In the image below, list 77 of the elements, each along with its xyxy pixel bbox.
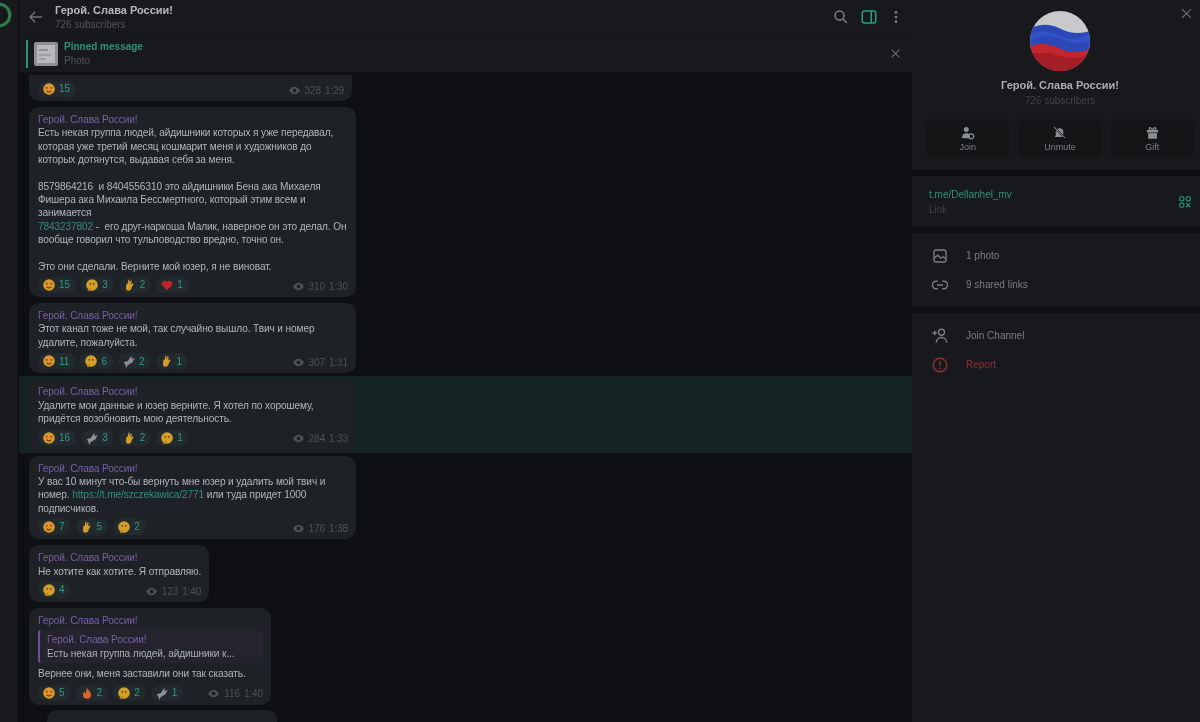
image-icon	[931, 246, 949, 265]
reaction-chip[interactable]: 2	[113, 684, 146, 701]
menu-item[interactable]: 9 shared links	[912, 270, 1200, 299]
menu-item[interactable]: Report	[912, 350, 1200, 379]
muted-bell-icon	[1052, 125, 1068, 140]
reaction-chip[interactable]: 5	[75, 519, 109, 536]
bird-icon	[121, 354, 136, 369]
action-button[interactable]: Join	[926, 119, 1010, 158]
reaction-chip[interactable]: 2	[118, 277, 152, 294]
reaction-chip[interactable]: 11	[38, 353, 76, 370]
message-text: Удалите мои данные и юзер верните. Я хотел по хорошему, придётся возобновить мою деятельность.	[38, 398, 315, 426]
message-text: 8579864216 и 8404556310 это айдишники Бена ака Михаеля Фишера ака Михаила Бессмертного, который этим всем и занимается 7843237802 - его друг-наркоша Малик, наверное он это делал. Он вообще говорил что тульповодство вредно, точно он.	[38, 179, 348, 247]
add-user-icon	[960, 125, 976, 140]
smiling-face-icon	[42, 82, 56, 96]
action-button[interactable]: Unmute	[1018, 119, 1102, 158]
channel-title: Герой. Слава России!	[55, 4, 174, 16]
message-text: Этот канал тоже не мой, так случайно вышло. Твич и номер удалите, пожалуйста.	[38, 322, 316, 350]
back-icon[interactable]	[27, 8, 45, 26]
reaction-chip[interactable]: 7	[38, 519, 71, 536]
reaction-chip[interactable]: 1	[155, 353, 189, 370]
reaction-chip[interactable]: 6	[80, 353, 113, 370]
reaction-chip[interactable]: 2	[113, 519, 146, 536]
message-link[interactable]: https://t.me/szczekawica/2771	[72, 489, 204, 501]
thinking-face-icon	[160, 430, 175, 445]
reaction-chip[interactable]: 2	[118, 429, 152, 446]
thinking-face-icon	[84, 354, 99, 369]
qr-code-icon[interactable]	[1178, 195, 1192, 209]
message-text: Есть некая группа людей, айдишники которых я уже передавал, которая уже третий месяц кошмарит меня и художников до которых дотянутся, выдавая себя за меня.	[38, 126, 335, 167]
sidebar-toggle-icon[interactable]	[860, 8, 878, 26]
smiling-face-icon	[42, 278, 56, 293]
pinned-label[interactable]: Pinned message	[64, 41, 883, 52]
message-text: Вернее они, меня заставили они так сказать.	[38, 667, 247, 681]
thinking-face-icon	[117, 520, 132, 535]
warning-icon	[931, 355, 949, 374]
reaction-chip[interactable]: 16	[38, 429, 77, 446]
reaction-chip[interactable]: 15	[38, 81, 77, 97]
smiling-face-icon	[42, 685, 56, 700]
message-author: Герой. Слава России!	[38, 309, 139, 323]
menu-item[interactable]: Join Channel	[912, 321, 1200, 350]
smiling-face-icon	[42, 520, 56, 535]
message-text: Не хотите как хотите. Я отправляю.	[38, 564, 202, 578]
channel-name: Герой. Слава России!	[1001, 79, 1119, 91]
message-author: Герой. Слава России!	[38, 613, 139, 628]
reaction-chip[interactable]: 3	[81, 429, 114, 446]
reply-quote[interactable]: Герой. Слава России! Есть некая группа людей, айдишники к...	[38, 630, 263, 664]
reaction-chip[interactable]: 2	[75, 684, 109, 701]
add-user-icon	[931, 326, 949, 345]
close-icon[interactable]	[889, 47, 902, 60]
reaction-chip[interactable]: 1	[150, 684, 184, 701]
reaction-chip[interactable]: 15	[38, 277, 77, 294]
reaction-chip[interactable]: 1	[156, 429, 189, 446]
close-icon[interactable]	[1179, 6, 1194, 21]
channel-link[interactable]: t.me/Dellanhel_mv	[929, 189, 1178, 200]
menu-item[interactable]: 1 photo	[912, 241, 1200, 270]
message-author: Герой. Слава России!	[38, 551, 139, 565]
message-author: Герой. Слава России!	[38, 385, 139, 399]
reaction-chip[interactable]: 2	[117, 353, 151, 370]
search-icon[interactable]	[832, 8, 850, 26]
message-author: Герой. Слава России!	[38, 113, 139, 127]
message-link[interactable]: 7843237802	[38, 220, 94, 232]
action-button[interactable]: Gift	[1110, 119, 1194, 158]
thinking-face-icon	[42, 582, 56, 597]
reaction-chip[interactable]: 3	[81, 277, 114, 294]
gift-icon	[1144, 125, 1160, 140]
smiling-face-icon	[42, 430, 56, 445]
thinking-face-icon	[85, 278, 100, 293]
heart-icon	[160, 278, 175, 293]
reaction-chip[interactable]: 4	[38, 581, 71, 598]
reaction-chip[interactable]: 5	[38, 684, 71, 701]
message-author: Герой. Слава России!	[38, 461, 139, 475]
smiling-face-icon	[42, 354, 56, 369]
reaction-chip[interactable]: 1	[156, 277, 189, 294]
pinned-text: Photo	[64, 55, 92, 66]
message-text: У вас 10 минут что-бы вернуть мне юзер и удалить мой твич и номер. https://t.me/szczekawica/2771 или туда придет 1000 подписчиков.	[38, 474, 327, 516]
thinking-face-icon	[117, 685, 132, 700]
subscriber-count: 726 subscribers	[55, 19, 127, 30]
message-text: Это они сделали. Верните мой юзер, я не виноват.	[38, 259, 273, 274]
